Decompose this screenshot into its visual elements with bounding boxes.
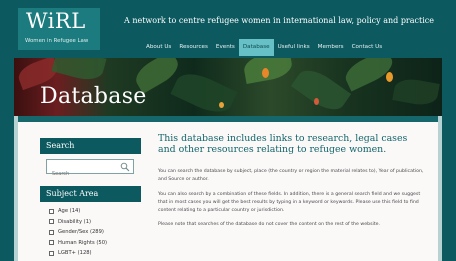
intro-heading: This database includes links to research…: [158, 133, 408, 155]
checkbox[interactable]: [49, 219, 54, 225]
site-header: WiRL Women in Refugee Law A network to c…: [0, 0, 456, 58]
subject-label: Age (14): [58, 208, 81, 215]
main-content: This database includes links to research…: [158, 133, 424, 230]
banner-foliage: [51, 58, 107, 85]
main-nav: About Us Resources Events Database Usefu…: [142, 39, 386, 56]
nav-resources[interactable]: Resources: [175, 39, 212, 56]
checkbox[interactable]: [49, 208, 54, 214]
nav-useful-links[interactable]: Useful links: [274, 39, 314, 56]
search-tips-paragraph: You can also search by a combination of …: [158, 191, 421, 214]
subject-item-human-rights[interactable]: Human Rights (50): [49, 238, 141, 249]
nav-about-us[interactable]: About Us: [142, 39, 175, 56]
subject-list: Age (14) Disability (1) Gender/Sex (289)…: [40, 206, 141, 259]
checkbox[interactable]: [49, 229, 54, 235]
subject-label: Gender/Sex (289): [58, 229, 104, 236]
banner-flower: [386, 72, 393, 82]
intro-paragraph: You can search the database by subject, …: [158, 169, 424, 183]
search-icon[interactable]: [120, 162, 130, 172]
site-logo[interactable]: WiRL Women in Refugee Law: [18, 8, 100, 50]
subject-label: LGBT+ (128): [58, 250, 92, 257]
page-frame-right: [442, 58, 456, 261]
banner-flower: [219, 102, 224, 108]
page-title: Database: [40, 84, 147, 109]
subject-label: Disability (1): [58, 218, 92, 225]
search-heading: Search: [40, 138, 141, 154]
checkbox[interactable]: [49, 240, 54, 246]
checkbox[interactable]: [49, 250, 54, 256]
scope-note-paragraph: Please note that searches of the databas…: [158, 222, 381, 228]
content-top-bar: [18, 116, 438, 122]
nav-contact-us[interactable]: Contact Us: [348, 39, 387, 56]
logo-title: WiRL: [26, 9, 86, 33]
banner-foliage: [170, 66, 238, 116]
subject-area-heading: Subject Area: [40, 186, 141, 202]
subject-item-lgbt[interactable]: LGBT+ (128): [49, 248, 141, 259]
site-tagline: A network to centre refugee women in int…: [124, 16, 434, 25]
filter-sidebar: Search Subject Area Age (14) Disability …: [40, 138, 141, 259]
banner-flower: [314, 98, 319, 105]
hero-banner: Database: [14, 58, 442, 116]
search-field[interactable]: [46, 159, 134, 181]
subject-item-disability[interactable]: Disability (1): [49, 217, 141, 228]
search-input[interactable]: [47, 167, 121, 181]
banner-foliage: [392, 76, 440, 108]
subject-label: Human Rights (50): [58, 239, 108, 246]
banner-flower: [262, 68, 269, 78]
banner-foliage: [290, 63, 352, 116]
subject-item-age[interactable]: Age (14): [49, 206, 141, 217]
nav-members[interactable]: Members: [314, 39, 348, 56]
subject-item-gender-sex[interactable]: Gender/Sex (289): [49, 227, 141, 238]
nav-database[interactable]: Database: [238, 39, 274, 56]
page-frame-left: [0, 58, 14, 261]
nav-events[interactable]: Events: [212, 39, 239, 56]
logo-subtitle: Women in Refugee Law: [25, 38, 89, 44]
